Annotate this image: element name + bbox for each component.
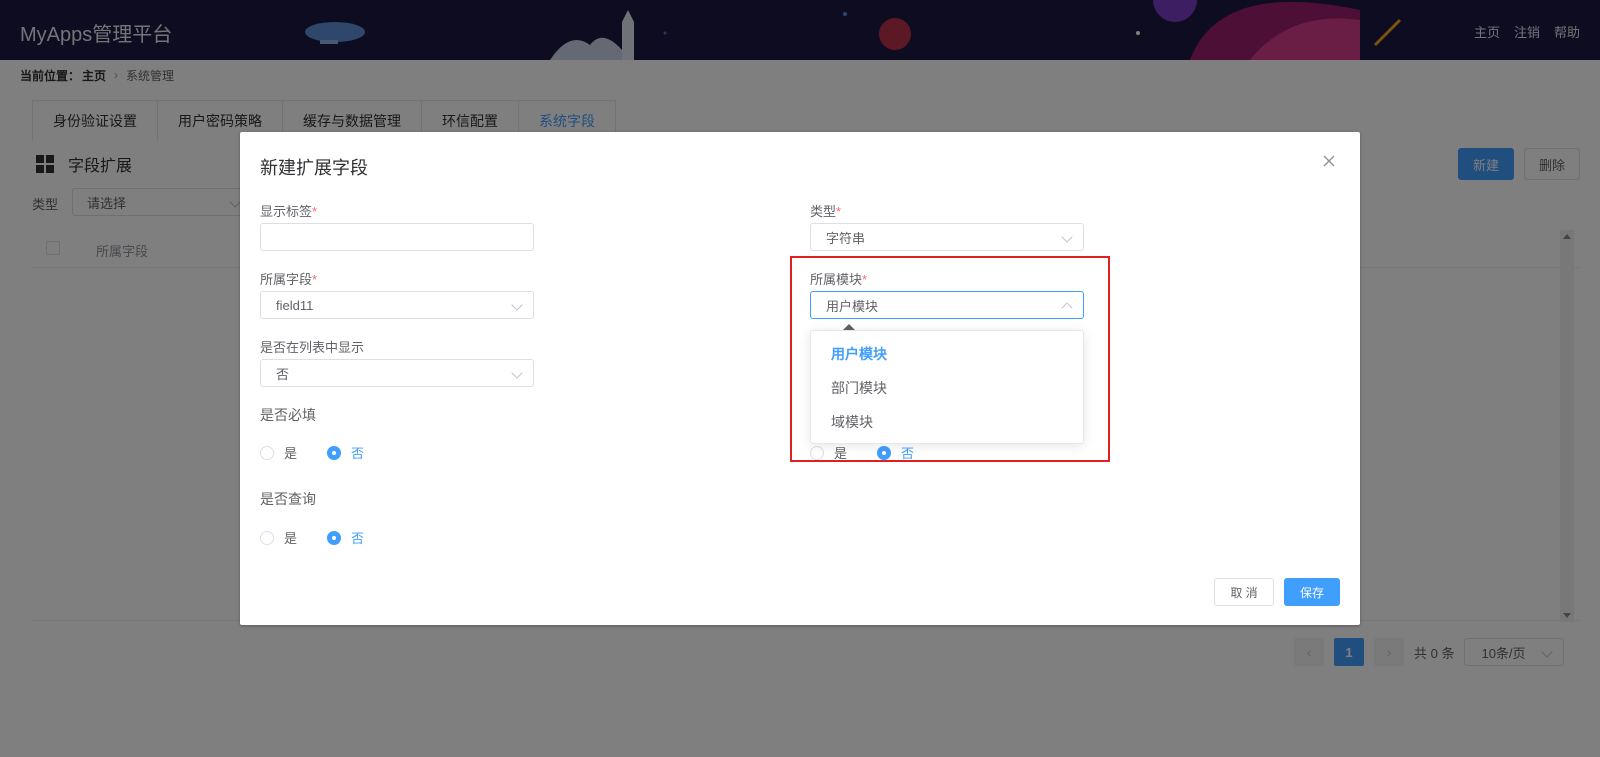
dialog-title: 新建扩展字段 — [260, 158, 368, 178]
required-no-radio[interactable] — [327, 445, 342, 460]
field-select-value: field11 — [276, 297, 314, 313]
chevron-down-icon — [1061, 231, 1073, 243]
type-label-text: 类型 — [810, 204, 837, 219]
field-label: 所属字段* — [260, 269, 317, 288]
type-select-value: 字符串 — [826, 230, 866, 246]
display-label-text: 显示标签 — [260, 204, 313, 219]
cancel-button[interactable]: 取 消 — [1214, 578, 1274, 606]
field-label-text: 所属字段 — [260, 272, 313, 287]
type-select[interactable]: 字符串 — [810, 223, 1084, 251]
query-no-label[interactable]: 否 — [351, 528, 364, 547]
show-in-list-label: 是否在列表中显示 — [260, 340, 365, 355]
query-no-radio[interactable] — [327, 530, 342, 545]
type-label: 类型* — [810, 201, 841, 220]
required-marker: * — [312, 204, 318, 219]
annotation-highlight-box — [790, 256, 1110, 462]
required-yes-label[interactable]: 是 — [284, 443, 297, 462]
close-icon[interactable] — [1322, 154, 1336, 168]
chevron-down-icon — [511, 367, 523, 379]
query-field-label: 是否查询 — [260, 491, 316, 507]
required-field-radio-group: 是 否 — [260, 443, 394, 462]
required-yes-radio[interactable] — [260, 445, 274, 460]
query-yes-radio[interactable] — [260, 530, 274, 545]
chevron-down-icon — [511, 299, 523, 311]
query-field-radio-group: 是 否 — [260, 528, 394, 547]
save-button[interactable]: 保存 — [1284, 578, 1340, 606]
required-no-label[interactable]: 否 — [351, 443, 364, 462]
show-in-list-select[interactable]: 否 — [260, 359, 534, 387]
required-field-label: 是否必填 — [260, 407, 316, 423]
required-marker: * — [836, 204, 842, 219]
display-label-label: 显示标签* — [260, 201, 317, 220]
query-yes-label[interactable]: 是 — [284, 528, 297, 547]
display-label-input[interactable] — [260, 223, 534, 251]
field-select[interactable]: field11 — [260, 291, 534, 319]
required-marker: * — [312, 272, 318, 287]
show-in-list-value: 否 — [276, 366, 290, 382]
